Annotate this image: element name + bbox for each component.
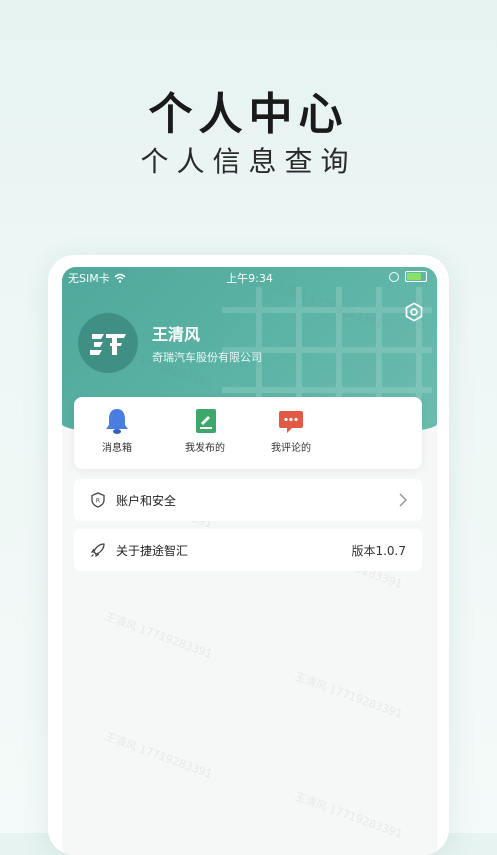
rocket-icon: [90, 543, 105, 558]
shortcut-my-comments[interactable]: 我评论的: [256, 407, 326, 454]
comment-icon: [279, 411, 303, 433]
chevron-right-icon: [399, 493, 408, 507]
menu-account-security[interactable]: R 账户和安全: [74, 479, 422, 521]
promo-title: 个人中心: [148, 89, 349, 140]
menu-about-label: 关于捷途智汇: [116, 543, 189, 558]
shortcut-inbox[interactable]: 消息箱: [82, 407, 152, 454]
watermark: 王清风 17719283391: [293, 669, 405, 721]
user-name: 王清风: [152, 325, 201, 344]
company-logo-icon: [90, 334, 126, 355]
user-company: 奇瑞汽车股份有限公司: [152, 351, 262, 364]
orientation-lock-icon: [389, 271, 399, 282]
avatar[interactable]: [78, 313, 138, 373]
menu-account-security-label: 账户和安全: [116, 493, 177, 508]
watermark: 王清风 17719283391: [293, 789, 405, 841]
shortcut-inbox-label: 消息箱: [102, 443, 132, 454]
watermark: 王清风 17719283391: [103, 729, 215, 781]
shortcut-card: 消息箱 我发布的 我评论的: [74, 397, 422, 469]
watermark: 王清风 17719283391: [103, 609, 215, 661]
status-bar: 无SIM卡 上午9:34: [62, 267, 437, 289]
app-screen: 王清风 17719283391 王清风 17719283391 王清风 1771…: [62, 267, 437, 855]
promo-subtitle: 个人信息查询: [140, 145, 357, 178]
menu-about[interactable]: 关于捷途智汇 版本1.0.7: [74, 529, 422, 571]
document-icon: [196, 409, 216, 433]
settings-gear-icon[interactable]: [403, 301, 425, 323]
svg-text:R: R: [96, 498, 100, 505]
bell-icon: [106, 409, 128, 434]
shortcut-my-posts[interactable]: 我发布的: [170, 407, 240, 454]
status-time: 上午9:34: [226, 272, 273, 285]
app-version: 版本1.0.7: [351, 543, 406, 558]
shortcut-my-comments-label: 我评论的: [271, 443, 311, 454]
shield-icon: R: [91, 492, 105, 508]
shortcut-my-posts-label: 我发布的: [185, 443, 225, 454]
status-right: [389, 271, 427, 282]
battery-icon: [405, 271, 427, 282]
phone-frame: 王清风 17719283391 王清风 17719283391 王清风 1771…: [48, 255, 449, 855]
